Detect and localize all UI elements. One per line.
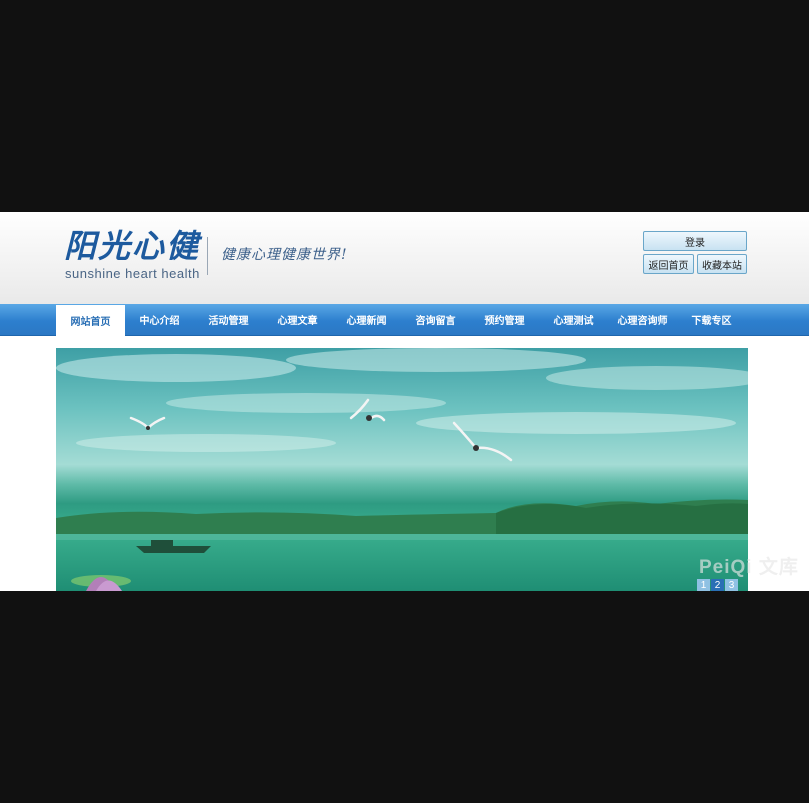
nav-item-counselors[interactable]: 心理咨询师 xyxy=(608,304,677,335)
nav-item-messages[interactable]: 咨询留言 xyxy=(401,304,470,335)
nav-list: 网站首页 中心介绍 活动管理 心理文章 心理新闻 咨询留言 预约管理 心理测试 … xyxy=(56,304,746,336)
slide-dot-2[interactable]: 2 xyxy=(711,579,724,591)
banner-slideshow[interactable] xyxy=(56,348,748,591)
banner-image xyxy=(56,348,748,591)
site-slogan: 健康心理健康世界! xyxy=(221,247,348,263)
nav-item-home[interactable]: 网站首页 xyxy=(56,305,125,336)
slide-dot-1[interactable]: 1 xyxy=(697,579,710,591)
login-button[interactable]: 登录 xyxy=(643,231,747,251)
slide-pager: 1 2 3 xyxy=(697,579,738,591)
site-logo[interactable]: 阳光心健 xyxy=(64,226,200,266)
nav-item-activities[interactable]: 活动管理 xyxy=(194,304,263,335)
return-home-button[interactable]: 返回首页 xyxy=(643,254,694,274)
logo-divider xyxy=(207,237,208,275)
main-navigation: 网站首页 中心介绍 活动管理 心理文章 心理新闻 咨询留言 预约管理 心理测试 … xyxy=(0,304,809,336)
nav-item-tests[interactable]: 心理测试 xyxy=(539,304,608,335)
nav-item-news[interactable]: 心理新闻 xyxy=(332,304,401,335)
website-page: 阳光心健 sunshine heart health 健康心理健康世界! 登录 … xyxy=(0,212,809,591)
nav-item-appointments[interactable]: 预约管理 xyxy=(470,304,539,335)
site-header: 阳光心健 sunshine heart health 健康心理健康世界! 登录 … xyxy=(0,212,809,304)
nav-item-center-intro[interactable]: 中心介绍 xyxy=(125,304,194,335)
site-logo-subtitle: sunshine heart health xyxy=(65,266,200,281)
nav-item-downloads[interactable]: 下载专区 xyxy=(677,304,746,335)
slide-dot-3[interactable]: 3 xyxy=(725,579,738,591)
add-favorite-button[interactable]: 收藏本站 xyxy=(697,254,747,274)
watermark-text: PeiQi 文库 xyxy=(699,557,799,578)
nav-item-articles[interactable]: 心理文章 xyxy=(263,304,332,335)
